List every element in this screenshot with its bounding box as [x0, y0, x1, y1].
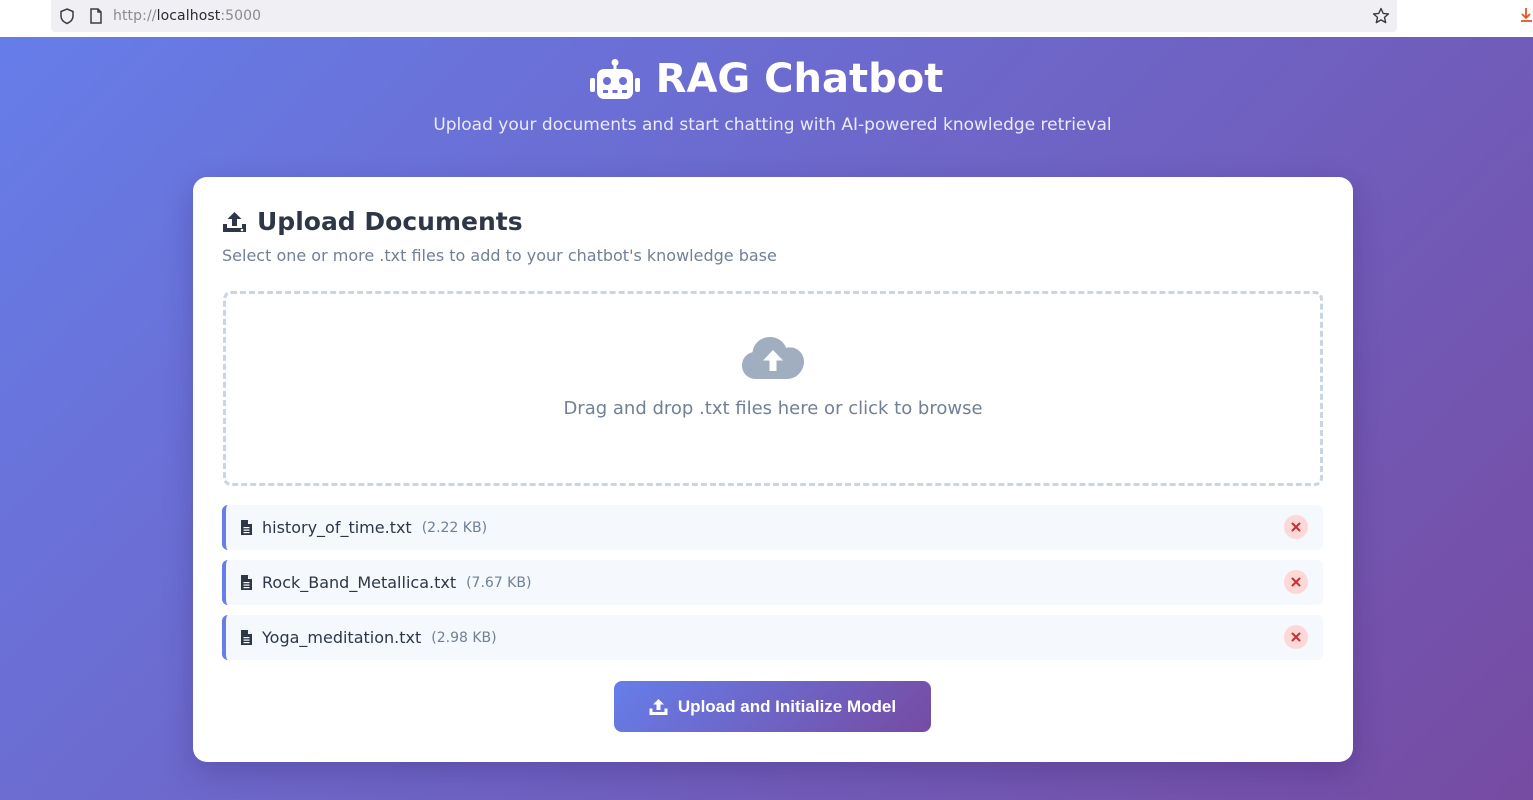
bookmark-star-icon[interactable] — [1372, 7, 1390, 25]
cloud-upload-icon — [742, 337, 804, 379]
file-size: (7.67 KB) — [466, 574, 532, 591]
app-title-text: RAG Chatbot — [655, 56, 944, 102]
app-title: RAG Chatbot — [0, 56, 1533, 102]
page-icon — [90, 8, 102, 24]
upload-icon — [223, 211, 246, 232]
file-item: Yoga_meditation.txt (2.98 KB) — [222, 615, 1323, 660]
upload-card-description: Select one or more .txt files to add to … — [222, 246, 777, 265]
dropzone-text: Drag and drop .txt files here or click t… — [563, 398, 983, 419]
close-icon — [1291, 522, 1301, 532]
file-dropzone[interactable]: Drag and drop .txt files here or click t… — [223, 291, 1323, 486]
browser-toolbar: http://localhost:5000 — [0, 0, 1533, 37]
file-name: history_of_time.txt — [262, 518, 412, 537]
upload-card-title-text: Upload Documents — [257, 207, 523, 236]
remove-file-button[interactable] — [1284, 625, 1308, 649]
file-size: (2.22 KB) — [421, 519, 488, 536]
upload-initialize-button[interactable]: Upload and Initialize Model — [614, 681, 931, 732]
remove-file-button[interactable] — [1284, 515, 1308, 539]
url-text: http://localhost:5000 — [113, 8, 262, 24]
remove-file-button[interactable] — [1284, 570, 1308, 594]
upload-initialize-button-label: Upload and Initialize Model — [677, 696, 897, 716]
file-icon — [241, 575, 252, 590]
address-bar[interactable]: http://localhost:5000 — [51, 0, 1397, 32]
upload-card: Upload Documents Select one or more .txt… — [193, 177, 1353, 762]
file-icon — [241, 520, 252, 535]
file-name: Rock_Band_Metallica.txt — [262, 573, 457, 592]
app-subtitle: Upload your documents and start chatting… — [433, 115, 1112, 135]
file-item: Rock_Band_Metallica.txt (7.67 KB) — [222, 560, 1323, 605]
file-list: history_of_time.txt (2.22 KB) Rock_Band_… — [222, 505, 1323, 670]
upload-icon — [649, 698, 668, 715]
close-icon — [1291, 632, 1301, 642]
close-icon — [1291, 577, 1301, 587]
shield-icon[interactable] — [59, 8, 75, 25]
download-icon[interactable] — [1520, 6, 1533, 26]
file-item: history_of_time.txt (2.22 KB) — [222, 505, 1323, 550]
file-name: Yoga_meditation.txt — [262, 628, 422, 647]
file-icon — [241, 630, 252, 645]
upload-card-title: Upload Documents — [222, 207, 523, 236]
file-size: (2.98 KB) — [431, 629, 497, 646]
robot-icon — [589, 59, 640, 99]
